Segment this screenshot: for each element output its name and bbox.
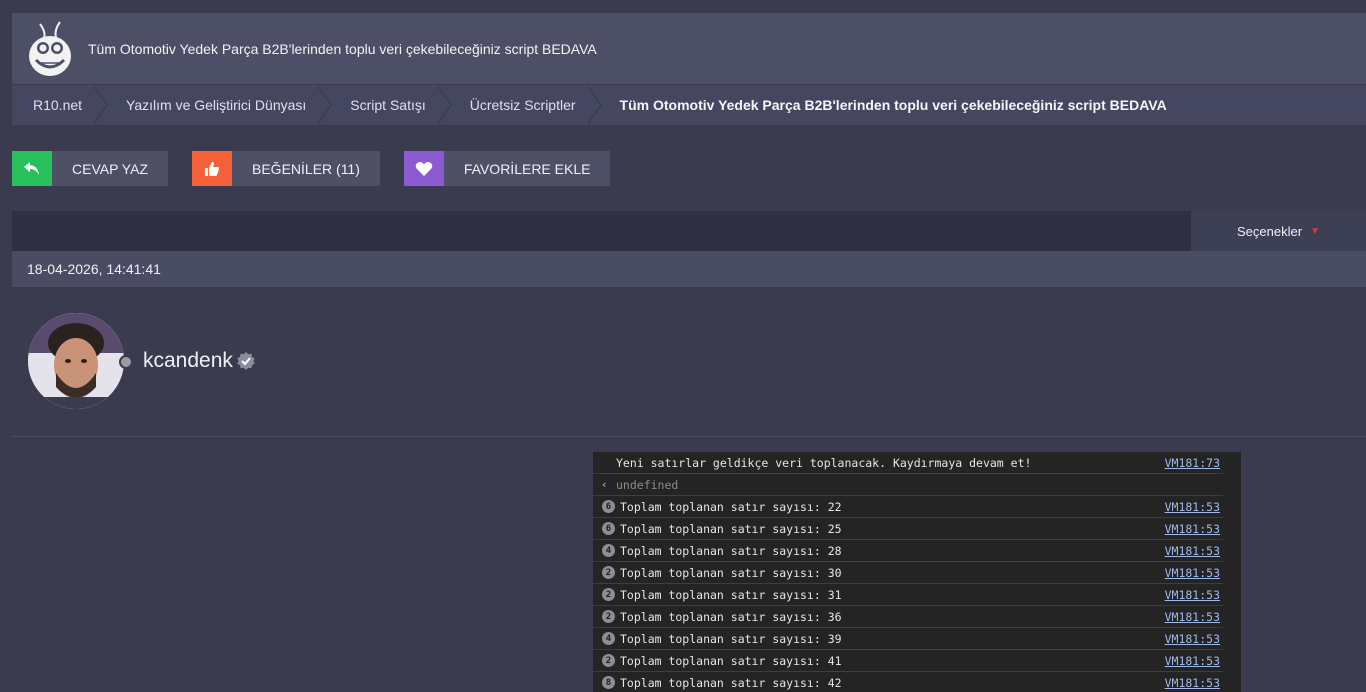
- repeat-count-badge: 6: [602, 500, 615, 513]
- console-line: 2 Toplam toplanan satır sayısı: 36 VM181:5…: [593, 606, 1223, 628]
- reply-arrow-icon: [12, 151, 52, 186]
- author-name[interactable]: kcandenk: [143, 349, 256, 373]
- add-favorite-button[interactable]: FAVORİLERE EKLE: [403, 151, 611, 186]
- breadcrumb-item-current: Tüm Otomotiv Yedek Parça B2B'lerinden to…: [619, 97, 1167, 113]
- post-date-bar: 18-04-2026, 14:41:41: [12, 251, 1366, 287]
- likes-button-label: BEĞENİLER (11): [252, 160, 360, 177]
- source-link[interactable]: VM181:53: [1165, 676, 1220, 690]
- repeat-count-badge: 2: [602, 610, 615, 623]
- source-link[interactable]: VM181:53: [1165, 566, 1220, 580]
- repeat-count-badge: 8: [602, 676, 615, 689]
- source-link[interactable]: VM181:53: [1165, 588, 1220, 602]
- heart-icon: [403, 151, 444, 186]
- thumbs-up-icon: [192, 151, 232, 186]
- console-line: Yeni satırlar geldikçe veri toplanacak. …: [593, 452, 1223, 474]
- breadcrumb-item-script-sales[interactable]: Script Satışı: [332, 85, 453, 125]
- console-line: ‹ undefined: [593, 474, 1223, 496]
- console-line: 4 Toplam toplanan satır sayısı: 39 VM181:5…: [593, 628, 1223, 650]
- source-link[interactable]: VM181:53: [1165, 654, 1220, 668]
- console-line: 4 Toplam toplanan satır sayısı: 28 VM181:5…: [593, 540, 1223, 562]
- options-label: Seçenekler: [1237, 223, 1303, 239]
- return-arrow-icon: ‹: [601, 478, 608, 491]
- post-timestamp: 18-04-2026, 14:41:41: [27, 261, 161, 277]
- breadcrumb-item-free-scripts[interactable]: Ücretsiz Scriptler: [452, 85, 602, 125]
- source-link[interactable]: VM181:53: [1165, 544, 1220, 558]
- console-line: 2 Toplam toplanan satır sayısı: 30 VM181:5…: [593, 562, 1223, 584]
- console-line: 2 Toplam toplanan satır sayısı: 41 VM181:5…: [593, 650, 1223, 672]
- source-link[interactable]: VM181:73: [1165, 456, 1220, 470]
- repeat-count-badge: 2: [602, 654, 615, 667]
- source-link[interactable]: VM181:53: [1165, 500, 1220, 514]
- console-line: 6 Toplam toplanan satır sayısı: 25 VM181:5…: [593, 518, 1223, 540]
- source-link[interactable]: VM181:53: [1165, 522, 1220, 536]
- repeat-count-badge: 4: [602, 544, 615, 557]
- post-author: kcandenk: [12, 287, 1366, 437]
- console-message: Toplam toplanan satır sayısı: 42: [620, 675, 842, 690]
- console-message: Toplam toplanan satır sayısı: 30: [620, 565, 842, 580]
- username: kcandenk: [143, 349, 233, 372]
- repeat-count-badge: 4: [602, 632, 615, 645]
- console-screenshot: Yeni satırlar geldikçe veri toplanacak. …: [593, 452, 1241, 692]
- breadcrumb: R10.net Yazılım ve Geliştirici Dünyası S…: [12, 85, 1366, 125]
- repeat-count-badge: 2: [602, 566, 615, 579]
- source-link[interactable]: VM181:53: [1165, 610, 1220, 624]
- breadcrumb-item-home[interactable]: R10.net: [12, 85, 109, 125]
- add-favorite-label: FAVORİLERE EKLE: [463, 160, 591, 177]
- avatar[interactable]: [28, 313, 124, 409]
- console-message: Toplam toplanan satır sayısı: 36: [620, 609, 842, 624]
- source-link[interactable]: VM181:53: [1165, 632, 1220, 646]
- console-message: Toplam toplanan satır sayısı: 39: [620, 631, 842, 646]
- post-toolbar: Seçenekler ▼: [12, 211, 1366, 251]
- likes-button[interactable]: BEĞENİLER (11): [192, 151, 380, 186]
- options-dropdown[interactable]: Seçenekler ▼: [1191, 211, 1366, 251]
- console-message: Toplam toplanan satır sayısı: 41: [620, 653, 842, 668]
- repeat-count-badge: 2: [602, 588, 615, 601]
- reply-button-label: CEVAP YAZ: [72, 160, 148, 177]
- console-message: undefined: [616, 477, 679, 492]
- console-message: Toplam toplanan satır sayısı: 22: [620, 499, 842, 514]
- thread-actions: CEVAP YAZ BEĞENİLER (11) FAVORİLERE EKLE: [12, 151, 611, 186]
- reply-button[interactable]: CEVAP YAZ: [12, 151, 168, 186]
- repeat-count-badge: 6: [602, 522, 615, 535]
- page-title: Tüm Otomotiv Yedek Parça B2B'lerinden to…: [88, 40, 597, 57]
- console-message: Toplam toplanan satır sayısı: 31: [620, 587, 842, 602]
- console-line: 6 Toplam toplanan satır sayısı: 22 VM181:5…: [593, 496, 1223, 518]
- offline-status-dot: [119, 355, 133, 369]
- console-line: 2 Toplam toplanan satır sayısı: 31 VM181:5…: [593, 584, 1223, 606]
- console-line: 8 Toplam toplanan satır sayısı: 42 VM181:5…: [593, 672, 1223, 692]
- console-message: Toplam toplanan satır sayısı: 25: [620, 521, 842, 536]
- console-message: Toplam toplanan satır sayısı: 28: [620, 543, 842, 558]
- verified-badge-icon: [237, 352, 255, 370]
- chevron-down-icon: ▼: [1310, 225, 1320, 237]
- console-message: Yeni satırlar geldikçe veri toplanacak. …: [616, 455, 1032, 470]
- thread-header: Tüm Otomotiv Yedek Parça B2B'lerinden to…: [12, 13, 1366, 84]
- breadcrumb-item-software[interactable]: Yazılım ve Geliştirici Dünyası: [108, 85, 333, 125]
- r10-mascot-logo-icon[interactable]: [26, 18, 74, 80]
